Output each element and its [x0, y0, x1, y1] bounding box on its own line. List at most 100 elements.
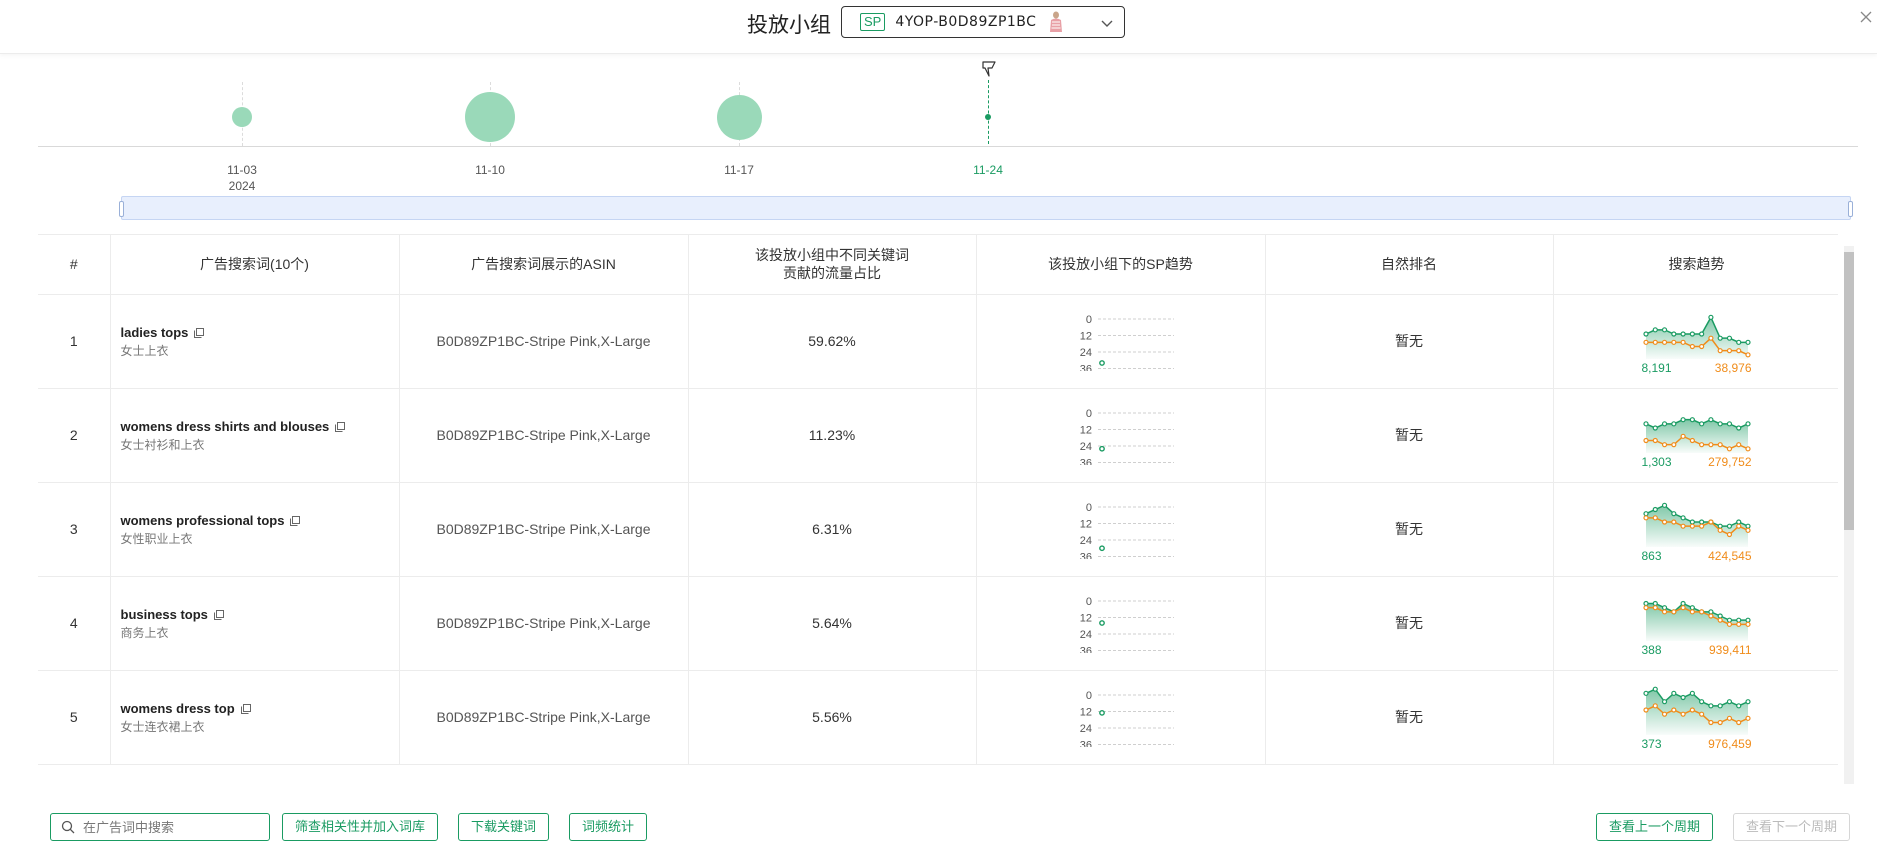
sp-axis-tick: 0: [1085, 314, 1091, 326]
asin-cell: B0D89ZP1BC-Stripe Pink,X-Large: [399, 670, 689, 765]
timeline-date-label[interactable]: 11-03 2024: [212, 162, 272, 194]
search-trend-orange-value: 279,752: [1708, 455, 1752, 469]
timeline-range-slider[interactable]: [119, 196, 1853, 220]
keyword-cell: womens dress top 女士连衣裙上衣: [110, 670, 400, 765]
sp-rank-point[interactable]: [1098, 360, 1105, 366]
timeline-bubble[interactable]: [465, 92, 515, 142]
search-trend-point-green: [1717, 335, 1723, 341]
search-trend-point-orange: [1735, 719, 1741, 726]
timeline-current-dot: [985, 114, 991, 120]
sp-trend-cell: 0 12 24 36: [976, 482, 1266, 577]
search-trend-point-orange: [1689, 343, 1695, 350]
timeline-year: 2024: [228, 179, 256, 193]
keyword-en[interactable]: womens dress shirts and blouses: [121, 419, 330, 434]
keyword-zh: 女性职业上衣: [120, 531, 193, 546]
sp-axis-tick: 24: [1079, 535, 1091, 547]
search-trend-chart: 8,191 38,976: [1642, 303, 1752, 379]
word-frequency-button[interactable]: 词频统计: [569, 813, 648, 841]
row-index: 2: [38, 388, 111, 483]
search-trend-orange-value: 424,545: [1708, 549, 1752, 563]
traffic-share-cell: 5.64%: [688, 576, 977, 671]
asin-cell: B0D89ZP1BC-Stripe Pink,X-Large: [399, 576, 689, 671]
close-icon[interactable]: [1857, 8, 1877, 28]
search-trend-point-green: [1689, 417, 1695, 423]
download-keywords-button[interactable]: 下载关键词: [458, 813, 550, 841]
search-trend-point-orange: [1652, 605, 1658, 611]
slider-handle-right[interactable]: [1848, 201, 1853, 217]
search-trend-point-green: [1698, 699, 1704, 705]
sp-axis-tick: 12: [1079, 331, 1091, 343]
sp-rank-point[interactable]: [1098, 545, 1105, 552]
col-header-traffic-share: 该投放小组中不同关键词 贡献的流量占比: [688, 235, 977, 295]
search-trend-sparkline: [1642, 600, 1751, 641]
search-trend-point-orange: [1717, 348, 1723, 354]
copy-icon[interactable]: [194, 327, 205, 338]
keyword-en[interactable]: business tops: [121, 607, 208, 622]
slider-handle-left[interactable]: [119, 201, 124, 217]
row-index: 3: [38, 482, 111, 577]
sp-rank-point[interactable]: [1098, 445, 1105, 452]
search-trend-point-orange: [1698, 609, 1704, 615]
search-trend-cell: 373 976,459: [1553, 670, 1838, 765]
search-trend-point-orange: [1661, 442, 1667, 448]
search-trend-green-value: 1,303: [1641, 455, 1672, 469]
sp-rank-chart: 0 12 24 36: [1079, 408, 1174, 465]
traffic-share-cell: 6.31%: [688, 482, 977, 577]
timeline-date: 11-24: [973, 163, 1003, 177]
keyword-en[interactable]: womens dress top: [121, 701, 235, 716]
keyword-cell: business tops 商务上衣: [110, 576, 400, 671]
keyword-cell: womens dress shirts and blouses 女士衬衫和上衣: [110, 388, 400, 483]
copy-icon[interactable]: [240, 703, 251, 714]
search-trend-point-green: [1698, 421, 1704, 427]
natural-rank-cell: 暂无: [1265, 388, 1554, 483]
copy-icon[interactable]: [213, 609, 224, 620]
next-period-button: 查看下一个周期: [1733, 813, 1851, 841]
filter-relevance-button[interactable]: 筛查相关性并加入词库: [282, 813, 439, 841]
timeline-date-label[interactable]: 11-24: [958, 162, 1018, 178]
keyword-en[interactable]: ladies tops: [121, 325, 189, 340]
search-trend-point-green: [1670, 690, 1676, 696]
page-title: 投放小组: [747, 14, 831, 37]
copy-icon[interactable]: [290, 515, 301, 526]
prev-period-button[interactable]: 查看上一个周期: [1596, 813, 1714, 841]
search-trend-point-orange: [1642, 605, 1649, 611]
keyword-search-input[interactable]: [83, 819, 253, 835]
search-trend-sparkline: [1642, 417, 1751, 453]
sp-trend-cell: 0 12 24 36: [976, 388, 1266, 483]
search-trend-point-green: [1707, 314, 1714, 320]
natural-rank-cell: 暂无: [1265, 482, 1554, 577]
search-trend-green-value: 863: [1641, 549, 1662, 563]
timeline-guide-line: [988, 80, 989, 144]
ad-group-select[interactable]: SP 4YOP-B0D89ZP1BC: [841, 6, 1125, 38]
sp-axis-tick: 24: [1079, 441, 1091, 453]
timeline-date-label[interactable]: 11-10: [460, 162, 520, 178]
sp-axis-tick: 24: [1079, 347, 1091, 359]
keyword-en[interactable]: womens professional tops: [121, 513, 285, 528]
search-trend-point-green: [1698, 331, 1704, 337]
sp-axis-tick: 36: [1079, 740, 1091, 748]
copy-icon[interactable]: [335, 421, 346, 432]
search-trend-green-value: 373: [1641, 737, 1662, 751]
sp-axis-tick: 0: [1085, 408, 1091, 420]
sp-rank-point[interactable]: [1098, 620, 1105, 626]
timeline-bubble[interactable]: [232, 107, 252, 127]
search-trend-chart: 1,303 279,752: [1642, 397, 1752, 473]
search-trend-point-green: [1735, 339, 1741, 345]
timeline-bubble[interactable]: [716, 94, 762, 140]
asin-cell: B0D89ZP1BC-Stripe Pink,X-Large: [399, 482, 689, 577]
search-trend-point-green: [1661, 605, 1667, 611]
search-trend-point-green: [1726, 617, 1732, 623]
search-trend-point-green: [1726, 699, 1732, 705]
col-header-asin: 广告搜索词展示的ASIN: [399, 235, 689, 295]
keyword-search-box[interactable]: [50, 813, 270, 841]
search-trend-point-orange: [1689, 707, 1695, 713]
search-trend-sparkline: [1642, 686, 1751, 735]
search-trend-point-green: [1670, 511, 1676, 517]
sp-rank-point[interactable]: [1098, 709, 1105, 716]
search-trend-point-green: [1652, 506, 1658, 513]
search-trend-point-orange: [1670, 609, 1676, 615]
scrollbar-thumb[interactable]: [1844, 252, 1854, 530]
table-scrollbar[interactable]: [1841, 236, 1855, 794]
timeline-date-label[interactable]: 11-17: [709, 162, 769, 178]
search-trend-point-orange: [1670, 707, 1676, 713]
